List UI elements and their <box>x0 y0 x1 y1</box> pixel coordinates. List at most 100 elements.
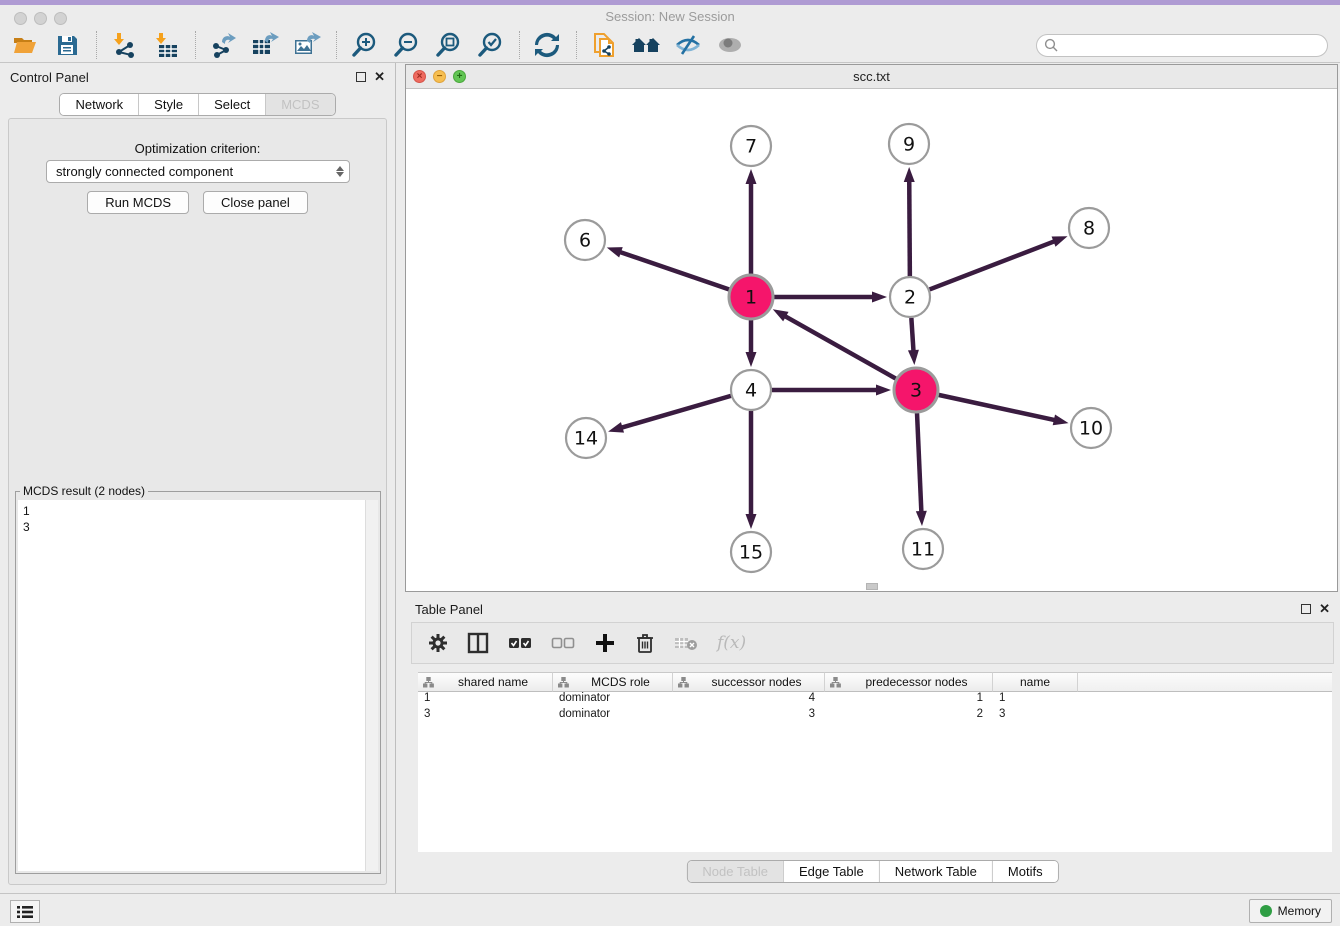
task-history-button[interactable] <box>10 900 40 923</box>
tab-network-table[interactable]: Network Table <box>879 861 992 882</box>
table-panel: Table Panel ✕ f(x) shared nameMCDS rol <box>405 595 1340 889</box>
optimization-criterion-value: strongly connected component <box>56 164 233 179</box>
delete-table-icon[interactable] <box>674 631 698 655</box>
cell-predecessor-nodes[interactable]: 2 <box>825 708 993 724</box>
memory-label: Memory <box>1278 904 1321 918</box>
first-neighbors-icon[interactable] <box>631 31 661 59</box>
network-window-titlebar[interactable]: × − + scc.txt <box>406 65 1337 89</box>
node-label-4: 4 <box>745 380 757 402</box>
edge-arrowhead <box>904 167 915 182</box>
search-icon <box>1044 38 1058 52</box>
select-stepper-icon <box>336 166 344 177</box>
edge-4-14[interactable] <box>621 396 731 428</box>
open-session-icon[interactable] <box>10 31 40 59</box>
float-panel-icon[interactable] <box>356 72 366 82</box>
tab-mcds[interactable]: MCDS <box>265 94 334 115</box>
close-panel-icon[interactable]: ✕ <box>1319 604 1330 614</box>
tab-select[interactable]: Select <box>198 94 265 115</box>
apply-layout-icon[interactable] <box>532 31 562 59</box>
run-mcds-button[interactable]: Run MCDS <box>87 191 189 214</box>
tab-style[interactable]: Style <box>138 94 198 115</box>
tab-network[interactable]: Network <box>60 94 138 115</box>
export-image-icon[interactable] <box>292 31 322 59</box>
network-view-window: × − + scc.txt 7968124314101511 <box>405 64 1338 592</box>
node-label-3: 3 <box>910 380 922 402</box>
table-row[interactable]: 1dominator411 <box>418 692 1332 708</box>
toolbar-separator <box>576 31 577 59</box>
column-header-name[interactable]: name <box>993 672 1078 692</box>
node-label-2: 2 <box>904 287 916 309</box>
tab-edge-table[interactable]: Edge Table <box>783 861 879 882</box>
close-panel-icon[interactable]: ✕ <box>374 72 385 82</box>
optimization-criterion-select[interactable]: strongly connected component <box>46 160 350 183</box>
zoom-fit-icon[interactable] <box>433 31 463 59</box>
edge-3-10[interactable] <box>938 395 1055 420</box>
column-header-MCDS-role[interactable]: MCDS role <box>553 672 673 692</box>
memory-button[interactable]: Memory <box>1249 899 1332 923</box>
column-header-successor-nodes[interactable]: successor nodes <box>673 672 825 692</box>
column-header-shared-name[interactable]: shared name <box>418 672 553 692</box>
hide-selected-icon[interactable] <box>673 31 703 59</box>
cell-MCDS-role[interactable]: dominator <box>553 708 673 724</box>
show-all-icon[interactable] <box>715 31 745 59</box>
result-scrollbar[interactable] <box>365 500 378 871</box>
duplicate-network-icon[interactable] <box>589 31 619 59</box>
edge-arrowhead <box>872 292 887 303</box>
cell-MCDS-role[interactable]: dominator <box>553 692 673 708</box>
edge-arrowhead <box>746 169 757 184</box>
node-label-6: 6 <box>579 230 591 252</box>
mcds-result-area[interactable]: 1 3 <box>18 500 378 871</box>
mcds-panel: Optimization criterion: strongly connect… <box>8 118 387 885</box>
table-settings-icon[interactable] <box>428 631 448 655</box>
select-all-icon[interactable] <box>508 631 532 655</box>
close-panel-button[interactable]: Close panel <box>203 191 308 214</box>
node-table[interactable]: shared nameMCDS rolesuccessor nodesprede… <box>418 672 1332 852</box>
show-hide-columns-icon[interactable] <box>467 631 489 655</box>
edge-2-8[interactable] <box>930 241 1056 289</box>
table-panel-title: Table Panel <box>415 602 483 617</box>
edge-1-6[interactable] <box>619 252 729 290</box>
table-row[interactable]: 3dominator323 <box>418 708 1332 724</box>
cell-successor-nodes[interactable]: 3 <box>673 708 825 724</box>
edge-3-11[interactable] <box>917 413 921 513</box>
cell-name[interactable]: 1 <box>993 692 1078 708</box>
memory-status-icon <box>1260 905 1272 917</box>
save-session-icon[interactable] <box>52 31 82 59</box>
network-canvas[interactable]: 7968124314101511 <box>406 89 1337 591</box>
import-network-icon[interactable] <box>109 31 139 59</box>
delete-column-icon[interactable] <box>635 631 655 655</box>
deselect-all-icon[interactable] <box>551 631 575 655</box>
float-panel-icon[interactable] <box>1301 604 1311 614</box>
search-field[interactable] <box>1036 34 1328 57</box>
export-network-icon[interactable] <box>208 31 238 59</box>
node-label-1: 1 <box>745 287 757 309</box>
search-input[interactable] <box>1063 38 1327 52</box>
edge-2-9[interactable] <box>909 180 910 276</box>
column-header-predecessor-nodes[interactable]: predecessor nodes <box>825 672 993 692</box>
network-window-title: scc.txt <box>406 69 1337 84</box>
edge-arrowhead <box>607 247 623 257</box>
cell-predecessor-nodes[interactable]: 1 <box>825 692 993 708</box>
edge-2-3[interactable] <box>911 318 913 352</box>
export-table-icon[interactable] <box>250 31 280 59</box>
window-resize-grip[interactable] <box>866 583 878 590</box>
zoom-out-icon[interactable] <box>391 31 421 59</box>
tab-motifs[interactable]: Motifs <box>992 861 1058 882</box>
cell-name[interactable]: 3 <box>993 708 1078 724</box>
edge-arrowhead <box>608 422 624 433</box>
node-label-8: 8 <box>1083 218 1095 240</box>
toolbar-separator <box>519 31 520 59</box>
import-table-icon[interactable] <box>151 31 181 59</box>
cell-shared-name[interactable]: 1 <box>418 692 553 708</box>
cell-successor-nodes[interactable]: 4 <box>673 692 825 708</box>
cell-shared-name[interactable]: 3 <box>418 708 553 724</box>
tab-node-table[interactable]: Node Table <box>687 861 783 882</box>
zoom-selected-icon[interactable] <box>475 31 505 59</box>
zoom-in-icon[interactable] <box>349 31 379 59</box>
node-label-10: 10 <box>1079 418 1103 440</box>
node-label-11: 11 <box>911 539 935 561</box>
edge-3-1[interactable] <box>784 316 896 379</box>
task-list-icon <box>16 905 34 919</box>
apply-function-icon[interactable]: f(x) <box>717 633 746 653</box>
add-column-icon[interactable] <box>594 631 616 655</box>
